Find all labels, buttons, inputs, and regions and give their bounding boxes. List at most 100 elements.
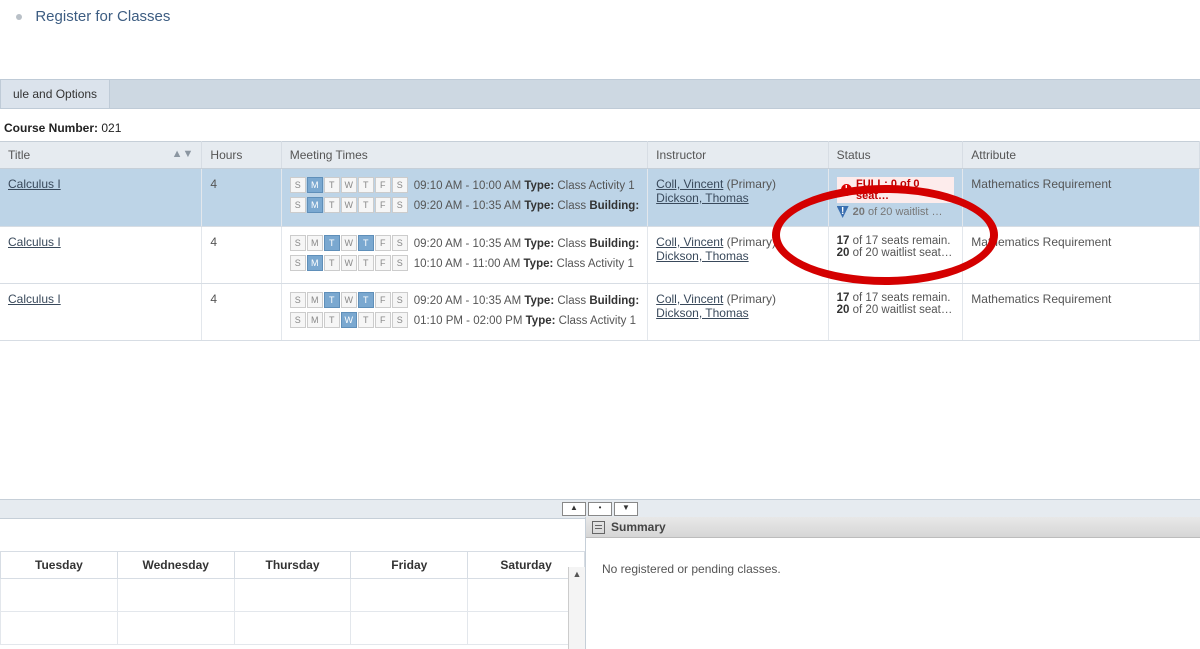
status-cell: ! FULL: 0 of 0 seat…!20 of 20 waitlist … [828, 169, 963, 227]
col-attribute[interactable]: Attribute [963, 142, 1200, 169]
col-title[interactable]: Title ▲▼ [0, 142, 202, 169]
schedule-day-header: Wednesday [117, 552, 234, 579]
schedule-day-header: Friday [351, 552, 468, 579]
day-box: W [341, 177, 357, 193]
schedule-panel: TuesdayWednesdayThursdayFridaySaturday ▲ [0, 517, 586, 649]
splitter-up-icon[interactable]: ▲ [562, 502, 586, 516]
tab-schedule-options[interactable]: ule and Options [0, 80, 110, 108]
instructor-link[interactable]: Dickson, Thomas [656, 306, 748, 320]
attribute-cell: Mathematics Requirement [963, 169, 1200, 227]
tab-bar: ule and Options [0, 79, 1200, 109]
day-box: S [290, 235, 306, 251]
day-box: W [341, 235, 357, 251]
day-box: T [358, 255, 374, 271]
day-box: F [375, 312, 391, 328]
day-box: M [307, 292, 323, 308]
schedule-day-header: Saturday [468, 552, 585, 579]
day-box: S [290, 197, 306, 213]
day-box: M [307, 177, 323, 193]
day-box: S [392, 255, 408, 271]
day-box: T [324, 197, 340, 213]
sort-icon[interactable]: ▲▼ [172, 148, 194, 160]
day-box: T [358, 292, 374, 308]
instructor-cell: Coll, Vincent (Primary)Dickson, Thomas [648, 227, 828, 284]
course-title-link[interactable]: Calculus I [8, 292, 61, 306]
hours-cell: 4 [202, 284, 281, 341]
day-box: S [290, 177, 306, 193]
instructor-link[interactable]: Dickson, Thomas [656, 249, 748, 263]
col-hours[interactable]: Hours [202, 142, 281, 169]
summary-icon [592, 521, 605, 534]
summary-panel: Summary No registered or pending classes… [586, 517, 1200, 649]
day-box: T [324, 235, 340, 251]
schedule-day-header: Tuesday [1, 552, 118, 579]
meeting-cell: SMTWTFS09:10 AM - 10:00 AM Type: Class A… [281, 169, 647, 227]
instructor-cell: Coll, Vincent (Primary)Dickson, Thomas [648, 284, 828, 341]
day-box: T [358, 235, 374, 251]
instructor-link[interactable]: Coll, Vincent [656, 235, 723, 249]
course-number-label: Course Number: [4, 121, 98, 135]
day-box: T [358, 177, 374, 193]
day-box: T [358, 197, 374, 213]
day-box: F [375, 235, 391, 251]
status-cell: 17 of 17 seats remain.20 of 20 waitlist … [828, 284, 963, 341]
day-box: S [290, 255, 306, 271]
meeting-cell: SMTWTFS09:20 AM - 10:35 AM Type: Class B… [281, 284, 647, 341]
alert-icon: ! [841, 184, 852, 196]
day-box: T [324, 292, 340, 308]
instructor-link[interactable]: Coll, Vincent [656, 177, 723, 191]
attribute-cell: Mathematics Requirement [963, 284, 1200, 341]
day-box: F [375, 177, 391, 193]
col-instructor[interactable]: Instructor [648, 142, 828, 169]
info-icon: ! [837, 206, 849, 218]
day-box: W [341, 312, 357, 328]
day-box: T [324, 177, 340, 193]
splitter-down-icon[interactable]: ▼ [614, 502, 638, 516]
hours-cell: 4 [202, 227, 281, 284]
course-title-link[interactable]: Calculus I [8, 177, 61, 191]
schedule-grid: TuesdayWednesdayThursdayFridaySaturday [0, 551, 585, 645]
day-box: T [324, 312, 340, 328]
class-results-table: Title ▲▼ Hours Meeting Times Instructor … [0, 141, 1200, 341]
page-title: Register for Classes [35, 8, 170, 25]
day-box: S [392, 197, 408, 213]
course-title-link[interactable]: Calculus I [8, 235, 61, 249]
schedule-scrollbar[interactable]: ▲ [568, 567, 585, 649]
day-box: W [341, 292, 357, 308]
course-number-value: 021 [101, 121, 121, 135]
day-box: M [307, 235, 323, 251]
day-box: M [307, 312, 323, 328]
day-box: F [375, 197, 391, 213]
instructor-link[interactable]: Dickson, Thomas [656, 191, 748, 205]
col-meeting[interactable]: Meeting Times [281, 142, 647, 169]
table-row[interactable]: Calculus I 4SMTWTFS09:20 AM - 10:35 AM Ty… [0, 284, 1200, 341]
instructor-cell: Coll, Vincent (Primary)Dickson, Thomas [648, 169, 828, 227]
status-cell: 17 of 17 seats remain.20 of 20 waitlist … [828, 227, 963, 284]
day-box: S [392, 312, 408, 328]
table-row[interactable]: Calculus I 4SMTWTFS09:20 AM - 10:35 AM Ty… [0, 227, 1200, 284]
status-full-badge: ! FULL: 0 of 0 seat… [837, 177, 955, 203]
day-box: T [358, 312, 374, 328]
table-row[interactable]: Calculus I 4SMTWTFS09:10 AM - 10:00 AM Ty… [0, 169, 1200, 227]
meeting-cell: SMTWTFS09:20 AM - 10:35 AM Type: Class B… [281, 227, 647, 284]
col-status[interactable]: Status [828, 142, 963, 169]
summary-header: Summary [586, 517, 1200, 538]
attribute-cell: Mathematics Requirement [963, 227, 1200, 284]
bullet-icon [16, 14, 22, 20]
day-box: W [341, 255, 357, 271]
day-box: M [307, 255, 323, 271]
day-box: F [375, 255, 391, 271]
day-box: S [392, 177, 408, 193]
panel-splitter[interactable]: ▲ • ▼ [0, 499, 1200, 519]
day-box: S [290, 292, 306, 308]
scroll-up-icon[interactable]: ▲ [569, 567, 585, 581]
course-number-header: Course Number: 021 [0, 109, 1200, 141]
day-box: W [341, 197, 357, 213]
schedule-day-header: Thursday [234, 552, 351, 579]
day-box: M [307, 197, 323, 213]
page-header: Register for Classes [0, 0, 1200, 55]
hours-cell: 4 [202, 169, 281, 227]
splitter-mid-icon[interactable]: • [588, 502, 612, 516]
day-box: S [392, 235, 408, 251]
instructor-link[interactable]: Coll, Vincent [656, 292, 723, 306]
